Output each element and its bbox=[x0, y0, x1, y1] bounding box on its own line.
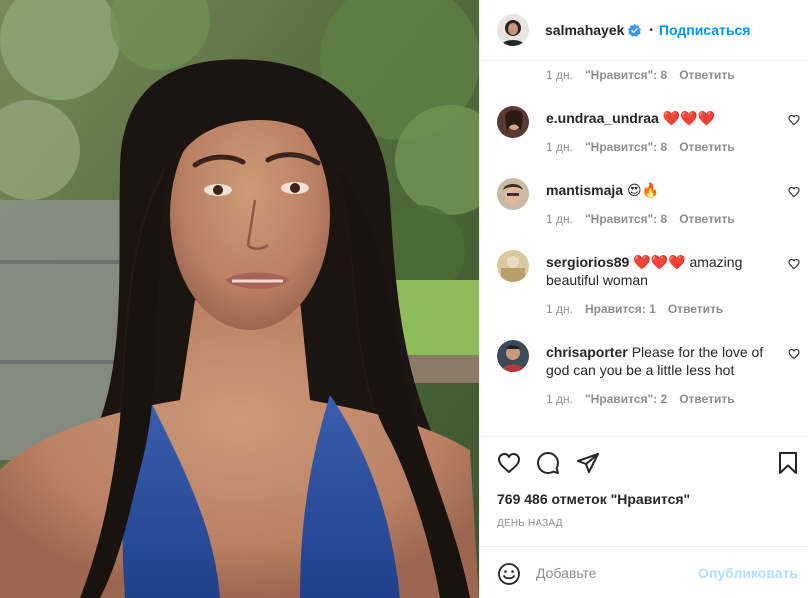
comment-reply-button[interactable]: Ответить bbox=[679, 392, 734, 406]
comment-like-heart-icon[interactable] bbox=[788, 114, 800, 126]
comment-meta: 1 дн. "Нравится": 2 Ответить bbox=[546, 392, 747, 406]
publish-button[interactable]: Опубликовать bbox=[698, 565, 798, 581]
comment-reply-button[interactable]: Ответить bbox=[679, 140, 734, 154]
post-actions-bar bbox=[480, 436, 808, 488]
comment-icon[interactable] bbox=[536, 451, 560, 475]
post-sidebar: salmahayek • Подписаться 1 дн. "Нравится… bbox=[479, 0, 808, 598]
comment-likes-button[interactable]: "Нравится": 8 bbox=[585, 68, 667, 82]
instagram-post: salmahayek • Подписаться 1 дн. "Нравится… bbox=[0, 0, 808, 598]
comment-reply-button[interactable]: Ответить bbox=[679, 212, 734, 226]
avatar-image bbox=[497, 14, 529, 46]
comment-likes-button[interactable]: Нравится: 1 bbox=[585, 302, 656, 316]
author-username[interactable]: salmahayek bbox=[545, 22, 624, 38]
comment-like-heart-icon[interactable] bbox=[788, 186, 800, 198]
comment-like-heart-icon[interactable] bbox=[788, 348, 800, 360]
header-separator: • bbox=[649, 24, 653, 36]
avatar-image bbox=[497, 250, 529, 282]
comment-time: 1 дн. bbox=[546, 68, 573, 82]
comment-meta: 1 дн. "Нравится": 8 Ответить bbox=[546, 140, 747, 154]
comment-likes-button[interactable]: "Нравится": 8 bbox=[585, 212, 667, 226]
post-header: salmahayek • Подписаться bbox=[480, 0, 808, 61]
comments-list[interactable]: 1 дн. "Нравится": 8 Ответить e.undraa_un… bbox=[480, 61, 808, 436]
likes-count[interactable]: 769 486 отметок "Нравится" bbox=[497, 491, 690, 507]
commenter-username[interactable]: sergiorios89 bbox=[546, 254, 629, 270]
comment-text: sergiorios89 ❤️❤️❤️ amazing beautiful wom… bbox=[546, 253, 776, 289]
share-icon[interactable] bbox=[576, 451, 600, 475]
comment-meta: 1 дн. "Нравится": 8 Ответить bbox=[546, 212, 747, 226]
comment-meta: 1 дн. Нравится: 1 Ответить bbox=[546, 302, 735, 316]
selfie-photo bbox=[0, 0, 479, 598]
comment-meta: 1 дн. "Нравится": 8 Ответить bbox=[546, 68, 747, 82]
avatar-image bbox=[497, 178, 529, 210]
comment-time: 1 дн. bbox=[546, 392, 573, 406]
comment-reply-button[interactable]: Ответить bbox=[668, 302, 723, 316]
author-avatar[interactable] bbox=[497, 14, 529, 46]
commenter-username[interactable]: mantismaja bbox=[546, 182, 623, 198]
add-comment-form: Опубликовать bbox=[480, 546, 808, 598]
verified-badge-icon bbox=[628, 23, 642, 37]
comment-body: 😍🔥 bbox=[627, 182, 660, 198]
avatar-image bbox=[497, 340, 529, 372]
comment-text: chrisaporter Please for the love of god c… bbox=[546, 343, 776, 379]
commenter-avatar[interactable] bbox=[497, 340, 529, 372]
comment-reply-button[interactable]: Ответить bbox=[679, 68, 734, 82]
follow-button[interactable]: Подписаться bbox=[659, 22, 751, 38]
smiley-icon[interactable] bbox=[497, 562, 521, 586]
comment-time: 1 дн. bbox=[546, 212, 573, 226]
bookmark-icon[interactable] bbox=[776, 451, 800, 475]
commenter-avatar[interactable] bbox=[497, 250, 529, 282]
avatar-image bbox=[497, 106, 529, 138]
comment-likes-button[interactable]: "Нравится": 2 bbox=[585, 392, 667, 406]
comment-time: 1 дн. bbox=[546, 302, 573, 316]
post-photo[interactable] bbox=[0, 0, 479, 598]
comment-text: mantismaja 😍🔥 bbox=[546, 181, 776, 199]
comment-text: e.undraa_undraa ❤️❤️❤️ bbox=[546, 109, 776, 127]
commenter-avatar[interactable] bbox=[497, 106, 529, 138]
commenter-username[interactable]: chrisaporter bbox=[546, 344, 628, 360]
commenter-avatar[interactable] bbox=[497, 178, 529, 210]
comment-time: 1 дн. bbox=[546, 140, 573, 154]
post-date[interactable]: ДЕНЬ НАЗАД bbox=[497, 518, 563, 529]
comment-like-heart-icon[interactable] bbox=[788, 258, 800, 270]
commenter-username[interactable]: e.undraa_undraa bbox=[546, 110, 659, 126]
comment-likes-button[interactable]: "Нравится": 8 bbox=[585, 140, 667, 154]
comment-input[interactable] bbox=[536, 561, 696, 585]
comment-body: ❤️❤️❤️ bbox=[662, 110, 716, 126]
heart-icon[interactable] bbox=[497, 451, 521, 475]
